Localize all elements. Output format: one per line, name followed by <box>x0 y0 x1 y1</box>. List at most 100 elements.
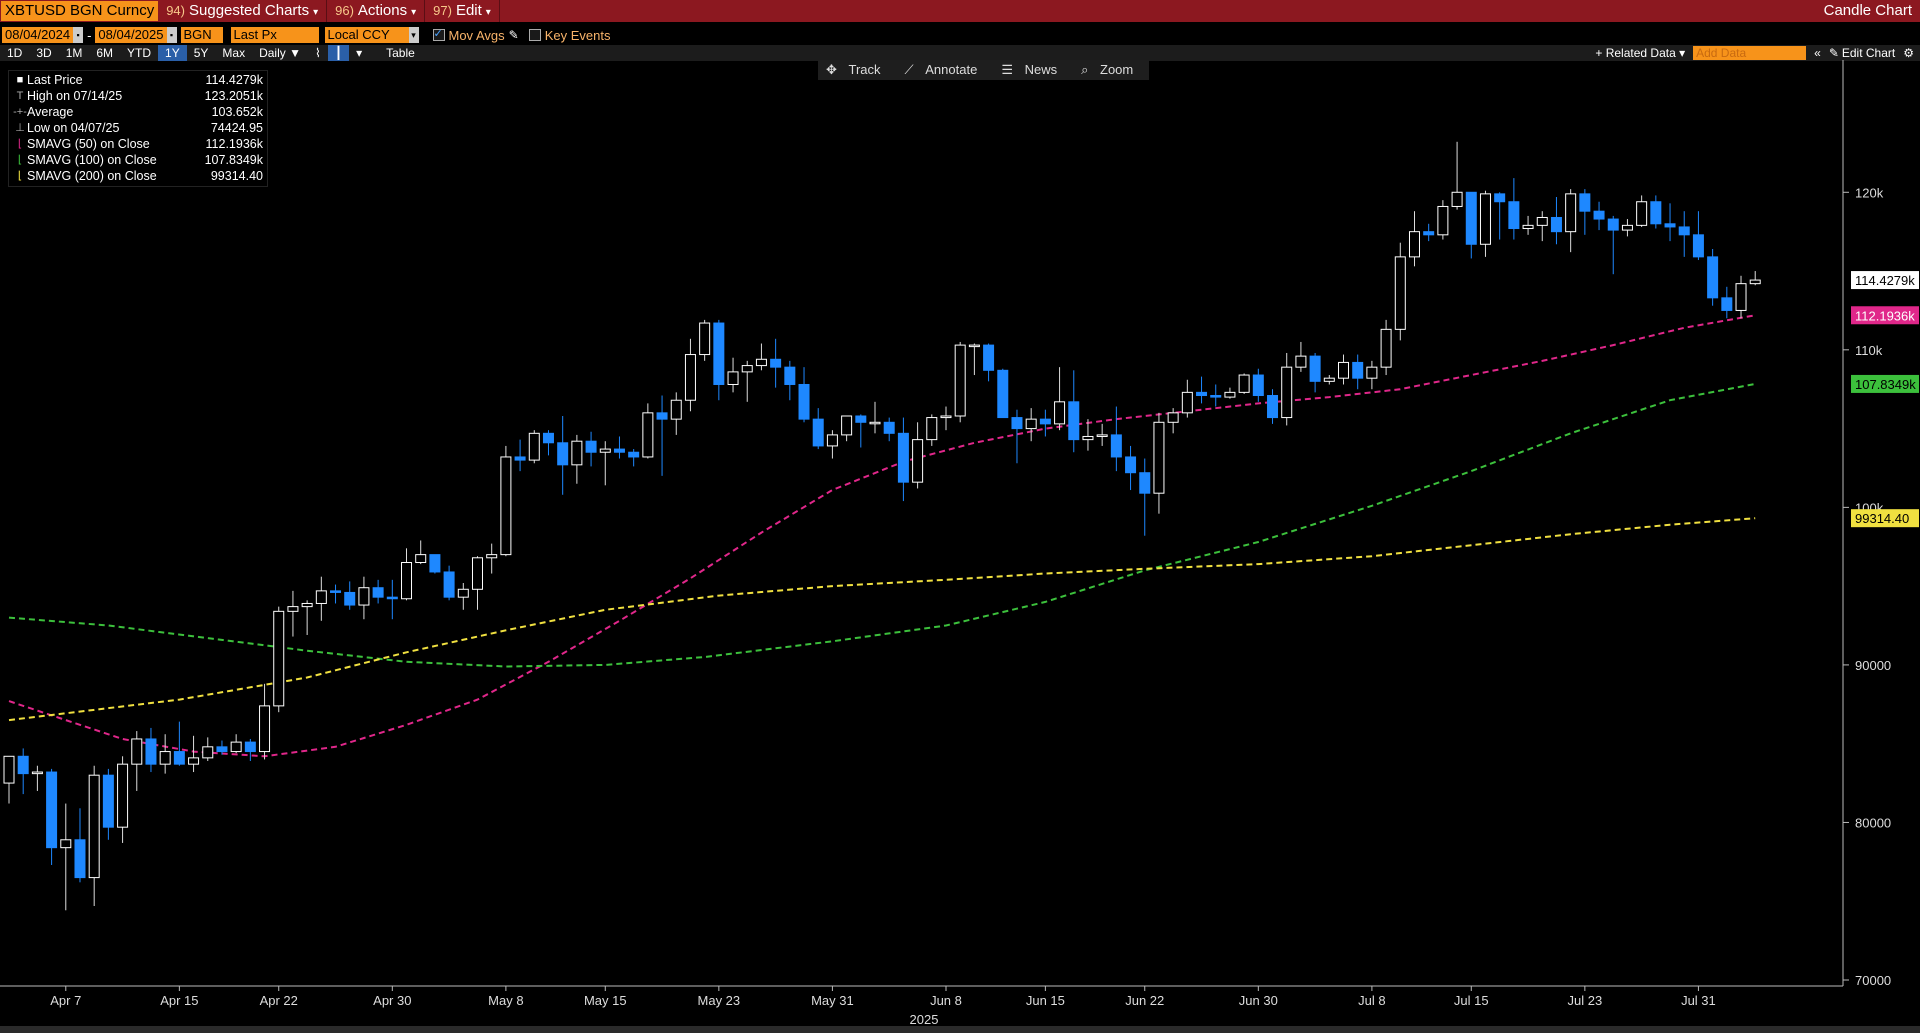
candle-body <box>173 751 185 765</box>
candle-body <box>1550 216 1562 233</box>
sma-line <box>8 382 1756 668</box>
candle-body <box>1366 366 1378 379</box>
legend-row: ■ Last Price 114.4279k <box>13 72 267 88</box>
sma100-swatch: ⌊ <box>17 154 23 166</box>
period-1d[interactable]: 1D <box>0 45 29 61</box>
legend-row: ⌊ SMAVG (100) on Close 107.8349k <box>13 152 267 168</box>
gear-icon[interactable]: ⚙ <box>1903 46 1914 60</box>
candle-body <box>500 456 512 556</box>
ticker-field[interactable]: XBTUSD BGN Curncy <box>1 1 159 21</box>
table-button[interactable]: Table <box>379 45 422 61</box>
candle-body <box>1139 472 1151 494</box>
calendar-icon[interactable]: ▪ <box>166 27 177 43</box>
sma-line <box>8 517 1756 722</box>
pencil-icon[interactable]: ✎ <box>1829 46 1839 60</box>
candle-body <box>202 746 214 759</box>
candle-body <box>968 344 980 348</box>
calendar-icon[interactable]: ▪ <box>73 27 84 43</box>
bottom-scrollbar[interactable] <box>0 1026 1920 1033</box>
last-value-label: 112.1936k <box>1855 308 1915 323</box>
candle-body <box>1323 377 1335 382</box>
news-button[interactable]: ☰ News <box>993 60 1073 80</box>
edit-menu[interactable]: 97) Edit ▾ <box>425 0 500 22</box>
candle-body <box>1096 434 1108 437</box>
candle-body <box>699 322 711 356</box>
pencil-icon[interactable]: ✎ <box>509 28 519 42</box>
candle-body <box>855 415 867 423</box>
candle-body <box>429 554 441 573</box>
candle-body <box>954 344 966 417</box>
candle-body <box>301 602 313 608</box>
period-5y[interactable]: 5Y <box>187 45 216 61</box>
x-tick-label: Apr 7 <box>50 993 81 1008</box>
candle-body <box>1437 205 1449 236</box>
window-title: Candle Chart <box>1823 2 1912 19</box>
candle-body <box>31 771 43 775</box>
source-field[interactable]: BGN <box>180 27 223 43</box>
collapse-icon[interactable]: « <box>1814 46 1821 60</box>
period-1m[interactable]: 1M <box>59 45 90 61</box>
candle-body <box>1664 223 1676 228</box>
candle-body <box>1451 191 1463 207</box>
period-6m[interactable]: 6M <box>89 45 120 61</box>
zoom-button[interactable]: ⌕ Zoom <box>1073 60 1149 80</box>
candle-body <box>1125 456 1137 474</box>
sma50-swatch: ⌊ <box>17 138 23 150</box>
frequency-select[interactable]: Daily ▼ <box>252 45 308 61</box>
annotate-button[interactable]: ⟋ Annotate <box>897 60 994 80</box>
end-date-field[interactable]: 08/04/2025 <box>95 27 167 43</box>
chevron-down-icon[interactable]: ▾ <box>408 27 419 43</box>
candle-chart-icon[interactable]: ┃ <box>327 45 350 61</box>
candle-body <box>897 432 909 483</box>
candle-body <box>1380 328 1392 368</box>
suggested-charts-menu[interactable]: 94) Suggested Charts ▾ <box>158 0 328 22</box>
mov-avgs-checkbox[interactable] <box>432 27 445 41</box>
candle-body <box>585 440 597 453</box>
candle-body <box>841 415 853 436</box>
candle-body <box>1281 366 1293 419</box>
x-tick-label: May 31 <box>811 993 854 1008</box>
candle-body <box>656 412 668 420</box>
y-tick-label: 70000 <box>1855 973 1891 988</box>
candle-body <box>684 354 696 401</box>
candle-body <box>1621 224 1633 231</box>
candle-chart[interactable]: 8000090000100k110k120k70000Apr 7 Apr 15 Ap… <box>0 60 1920 1026</box>
last-value-label: 114.4279k <box>1855 273 1915 288</box>
currency-select[interactable]: Local CCY <box>324 27 409 43</box>
average-icon: -+- <box>13 106 27 118</box>
candle-body <box>1338 361 1350 379</box>
related-data-button[interactable]: + Related Data ▾ <box>1595 46 1685 60</box>
period-3d[interactable]: 3D <box>29 45 58 61</box>
candle-body <box>1153 421 1165 494</box>
key-events-checkbox[interactable] <box>528 29 541 41</box>
candle-body <box>642 412 654 458</box>
candle-body <box>1295 355 1307 368</box>
x-tick-label: Jul 8 <box>1358 993 1385 1008</box>
period-max[interactable]: Max <box>215 45 252 61</box>
price-field-select[interactable]: Last Px <box>230 27 319 43</box>
actions-menu[interactable]: 96) Actions ▾ <box>327 0 426 22</box>
candle-body <box>926 417 938 441</box>
candle-body <box>117 763 129 828</box>
edit-chart-button[interactable]: Edit Chart <box>1842 46 1895 60</box>
candle-body <box>1252 374 1264 397</box>
candle-body <box>131 738 143 765</box>
start-date-field[interactable]: 08/04/2024 <box>2 27 74 43</box>
track-button[interactable]: ✥ Track <box>818 60 897 80</box>
line-chart-icon[interactable]: ⌇ <box>308 45 328 61</box>
candle-body <box>145 738 157 765</box>
period-1y[interactable]: 1Y <box>158 45 187 61</box>
x-tick-label: Apr 30 <box>373 993 411 1008</box>
candle-body <box>1522 224 1534 230</box>
add-data-input[interactable]: Add Data <box>1693 46 1807 60</box>
x-tick-label: Jun 15 <box>1026 993 1065 1008</box>
period-ytd[interactable]: YTD <box>120 45 158 61</box>
candle-body <box>330 590 342 593</box>
x-tick-label: Jul 31 <box>1681 993 1716 1008</box>
candle-body <box>188 757 200 765</box>
candle-body <box>244 741 256 753</box>
candle-body <box>1536 216 1548 226</box>
candle-body <box>741 365 753 373</box>
chevron-down-icon[interactable]: ▾ <box>349 45 369 61</box>
candle-body <box>1068 401 1080 441</box>
